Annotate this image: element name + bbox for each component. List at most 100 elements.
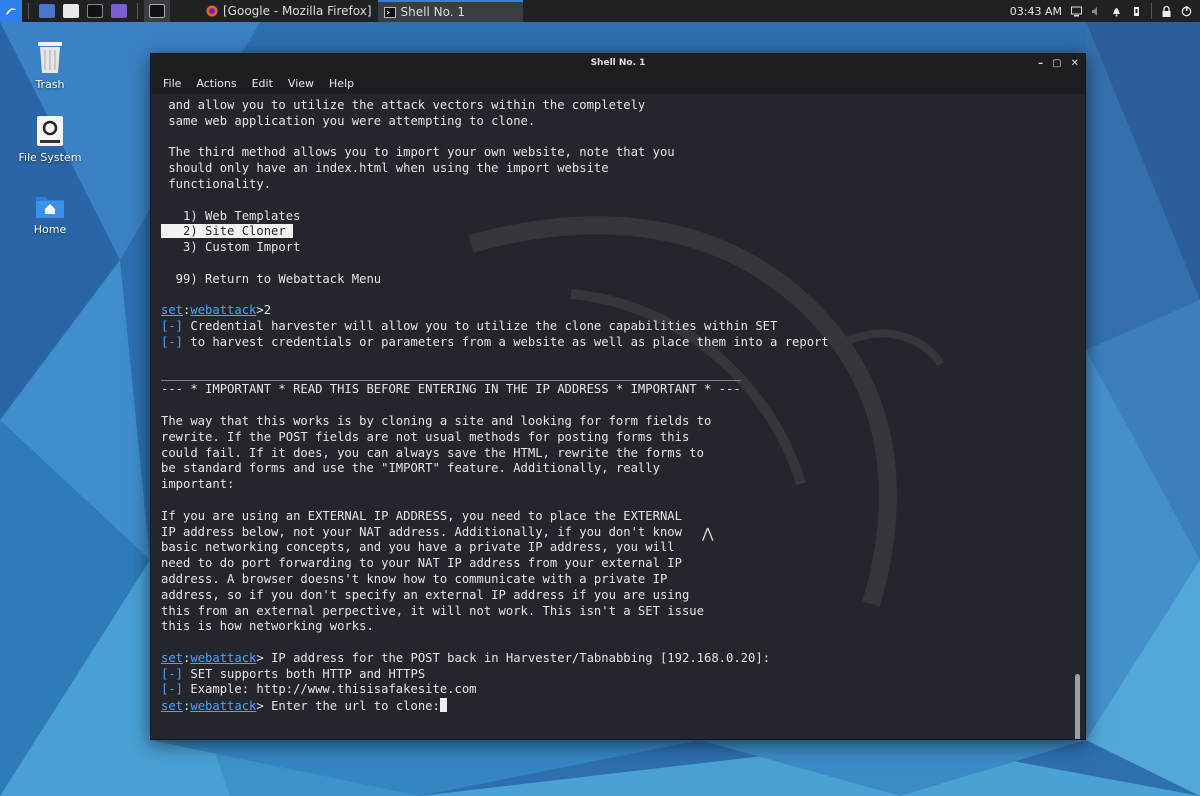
- show-desktop-button[interactable]: [35, 0, 59, 22]
- terminal-line: The third method allows you to import yo…: [161, 145, 829, 161]
- terminal-line: [-] SET supports both HTTP and HTTPS: [161, 667, 829, 683]
- window-controls: – ▢ ✕: [1038, 54, 1079, 72]
- terminal-line: 2) Site Cloner: [161, 224, 829, 240]
- task-shell[interactable]: Shell No. 1: [377, 0, 523, 22]
- line-text: > IP address for the POST back in Harves…: [256, 650, 771, 665]
- menu-bar: File Actions Edit View Help: [151, 72, 1085, 94]
- terminal-line: set:webattack> Enter the url to clone:: [161, 698, 829, 714]
- lock-icon[interactable]: [1161, 5, 1172, 17]
- line-text: rewrite. If the POST fields are not usua…: [161, 429, 690, 444]
- terminal-line: important:: [161, 477, 829, 493]
- line-text: The way that this works is by cloning a …: [161, 413, 712, 428]
- terminal-line: 1) Web Templates: [161, 209, 829, 225]
- desktop-icon-file-system[interactable]: File System: [5, 115, 95, 164]
- prompt-set: set: [161, 650, 184, 665]
- terminal-window[interactable]: Shell No. 1 – ▢ ✕ File Actions Edit View…: [150, 53, 1086, 740]
- menu-edit[interactable]: Edit: [252, 77, 273, 90]
- line-text: should only have an index.html when usin…: [161, 161, 609, 176]
- terminal-line: address, so if you don't specify an exte…: [161, 588, 829, 604]
- file-manager-button[interactable]: [59, 0, 83, 22]
- terminal-icon: [383, 6, 396, 18]
- terminal-line: [-] Credential harvester will allow you …: [161, 319, 829, 335]
- maximize-icon[interactable]: ▢: [1052, 58, 1061, 69]
- info-bullet: [-]: [161, 666, 184, 681]
- terminal-line: be standard forms and use the "IMPORT" f…: [161, 461, 829, 477]
- line-text: 99) Return to Webattack Menu: [161, 271, 382, 286]
- line-text: address. A browser doesns't know how to …: [161, 571, 668, 586]
- kali-menu-button[interactable]: [0, 0, 22, 22]
- line-text: SET supports both HTTP and HTTPS: [183, 666, 426, 681]
- line-text: address, so if you don't specify an exte…: [161, 587, 690, 602]
- system-tray: 03:43 AM: [1010, 3, 1200, 19]
- terminal-line: 99) Return to Webattack Menu: [161, 272, 829, 288]
- terminal-launcher-button[interactable]: [83, 0, 107, 22]
- panel-separator: [1151, 3, 1152, 19]
- clock[interactable]: 03:43 AM: [1010, 5, 1062, 18]
- files-icon: [63, 4, 79, 18]
- terminal-line: [-] to harvest credentials or parameters…: [161, 335, 829, 351]
- line-text: >2: [256, 303, 272, 318]
- power-plug-icon[interactable]: [1131, 6, 1142, 17]
- menu-actions[interactable]: Actions: [196, 77, 236, 90]
- task-firefox[interactable]: [Google - Mozilla Firefox]: [200, 0, 378, 22]
- terminal-cursor: [439, 698, 447, 713]
- menu-file[interactable]: File: [163, 77, 181, 90]
- desktop-icon: [39, 4, 55, 18]
- menu-view[interactable]: View: [288, 77, 314, 90]
- text-cursor-ibeam-icon: ⋀: [702, 526, 714, 542]
- line-text: > Enter the url to clone:: [256, 699, 440, 714]
- notification-bell-icon[interactable]: [1111, 6, 1122, 17]
- line-text: could fail. If it does, you can always s…: [161, 445, 704, 460]
- terminal-line: [-] Example: http://www.thisisafakesite.…: [161, 682, 829, 698]
- terminal-line: same web application you were attempting…: [161, 114, 829, 130]
- prompt-module: webattack: [190, 699, 257, 714]
- screenshot-launcher-button[interactable]: [107, 0, 131, 22]
- line-text: and allow you to utilize the attack vect…: [161, 98, 646, 112]
- terminal-line: address. A browser doesns't know how to …: [161, 572, 829, 588]
- terminal-scrollbar[interactable]: [1075, 674, 1080, 739]
- selected-menu-option: 2) Site Cloner: [161, 224, 294, 239]
- window-titlebar[interactable]: Shell No. 1 – ▢ ✕: [151, 54, 1085, 72]
- line-text: --- * IMPORTANT * READ THIS BEFORE ENTER…: [161, 382, 741, 397]
- desktop-icon-trash[interactable]: Trash: [5, 40, 95, 91]
- minimize-icon[interactable]: –: [1038, 58, 1043, 69]
- info-bullet: [-]: [161, 682, 184, 697]
- terminal-output[interactable]: and allow you to utilize the attack vect…: [151, 94, 1085, 739]
- terminal-line: rewrite. If the POST fields are not usua…: [161, 430, 829, 446]
- terminal-task-icon: [149, 4, 165, 18]
- logout-icon[interactable]: [1181, 5, 1192, 17]
- terminal-line: functionality.: [161, 177, 829, 193]
- line-text: 1) Web Templates: [161, 208, 301, 223]
- line-text: IP address below, not your NAT address. …: [161, 524, 682, 539]
- line-text: ________________________________________…: [161, 366, 741, 381]
- terminal-line: ________________________________________…: [161, 367, 829, 383]
- terminal-line: 3) Custom Import: [161, 240, 829, 256]
- line-text: If you are using an EXTERNAL IP ADDRESS,…: [161, 508, 682, 523]
- line-text: be standard forms and use the "IMPORT" f…: [161, 461, 660, 476]
- line-text: same web application you were attempting…: [161, 113, 536, 128]
- terminal-line: If you are using an EXTERNAL IP ADDRESS,…: [161, 509, 829, 525]
- screenshot-icon: [111, 4, 127, 18]
- display-icon[interactable]: [1071, 6, 1082, 17]
- home-folder-icon: [36, 197, 64, 218]
- kali-menu-icon: [6, 8, 16, 15]
- terminal-line: set:webattack> IP address for the POST b…: [161, 650, 771, 665]
- terminal-line: this is how networking works.: [161, 619, 829, 635]
- window-title: Shell No. 1: [590, 58, 646, 68]
- workspace-button[interactable]: [144, 0, 170, 22]
- menu-help[interactable]: Help: [329, 77, 354, 90]
- terminal-line: could fail. If it does, you can always s…: [161, 446, 829, 462]
- info-bullet: [-]: [161, 334, 184, 349]
- line-text: Credential harvester will allow you to u…: [183, 319, 778, 334]
- terminal-line: IP address below, not your NAT address. …: [161, 525, 829, 541]
- volume-icon[interactable]: [1091, 6, 1102, 17]
- close-icon[interactable]: ✕: [1071, 58, 1079, 69]
- desktop-icon-home[interactable]: Home: [5, 193, 95, 236]
- terminal-line: this from an external perpective, it wil…: [161, 604, 829, 620]
